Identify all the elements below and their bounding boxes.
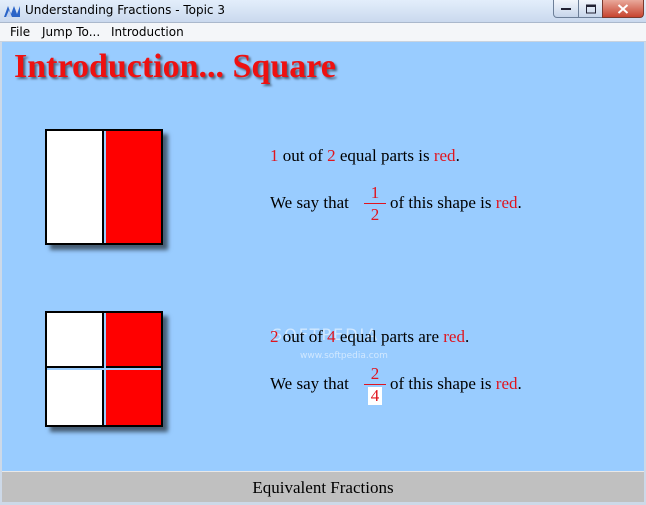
fraction-numerator: 1 bbox=[370, 183, 380, 202]
parts-sentence-1: 1 out of 2 equal parts is red. bbox=[270, 146, 460, 166]
color-word: red bbox=[495, 374, 518, 393]
period: . bbox=[517, 193, 522, 212]
text-of-shape: of this shape is bbox=[390, 193, 496, 212]
fraction-sentence-2-tail: of this shape is red. bbox=[390, 374, 522, 394]
app-logo-icon bbox=[4, 6, 20, 17]
page-title: Introduction... Square bbox=[14, 48, 336, 85]
red-count: 2 bbox=[270, 327, 279, 346]
close-icon bbox=[617, 3, 629, 14]
fraction-numerator: 2 bbox=[370, 364, 380, 383]
period: . bbox=[464, 327, 470, 346]
color-word: red bbox=[433, 146, 456, 165]
minimize-button[interactable] bbox=[553, 0, 579, 18]
total-count: 2 bbox=[327, 146, 336, 165]
text-equal-parts: equal parts is bbox=[335, 146, 434, 165]
minimize-icon bbox=[561, 7, 571, 10]
text-out-of: out of bbox=[278, 146, 328, 165]
red-count: 1 bbox=[270, 146, 279, 165]
window-titlebar[interactable]: Understanding Fractions - Topic 3 bbox=[0, 0, 646, 23]
watermark-url: www.softpedia.com bbox=[300, 351, 388, 361]
menu-bar: File Jump To... Introduction bbox=[0, 23, 646, 42]
red-part bbox=[106, 313, 161, 368]
fraction-one-half: 1 2 bbox=[364, 184, 386, 224]
fraction-two-quarters: 2 4 bbox=[364, 365, 386, 405]
window-frame-left bbox=[0, 42, 2, 505]
period: . bbox=[455, 146, 460, 165]
lesson-panel: Introduction... Square 1 out of 2 equal … bbox=[2, 42, 644, 471]
color-word: red bbox=[443, 327, 465, 346]
maximize-button[interactable] bbox=[578, 0, 603, 18]
white-part bbox=[47, 370, 104, 425]
period: . bbox=[517, 374, 522, 393]
window-title: Understanding Fractions - Topic 3 bbox=[25, 3, 225, 17]
red-part bbox=[106, 370, 161, 425]
white-part bbox=[47, 313, 104, 368]
fraction-denominator: 4 bbox=[368, 387, 382, 405]
menu-file[interactable]: File bbox=[10, 25, 30, 39]
fraction-sentence-1-tail: of this shape is red. bbox=[390, 193, 522, 213]
fraction-denominator: 2 bbox=[370, 205, 380, 224]
color-word: red bbox=[495, 193, 518, 212]
text-equal-parts: equal parts are bbox=[335, 327, 444, 346]
quarter-square-shape bbox=[45, 311, 163, 427]
next-topic-link[interactable]: Equivalent Fractions bbox=[2, 478, 644, 498]
total-count: 4 bbox=[327, 327, 336, 346]
fraction-sentence-2-lead: We say that bbox=[270, 374, 349, 393]
white-part bbox=[47, 131, 104, 243]
maximize-icon bbox=[585, 4, 596, 13]
fraction-sentence-1-lead: We say that bbox=[270, 193, 349, 212]
text-out-of: out of bbox=[278, 327, 328, 346]
text-of-shape: of this shape is bbox=[390, 374, 496, 393]
red-part bbox=[106, 131, 161, 243]
parts-sentence-2: 2 out of 4 equal parts are red. bbox=[270, 327, 469, 347]
fraction-bar bbox=[364, 384, 386, 385]
bottom-nav-bar: Equivalent Fractions bbox=[2, 471, 644, 502]
close-button[interactable] bbox=[602, 0, 644, 18]
menu-jump-to[interactable]: Jump To... bbox=[42, 25, 100, 39]
half-square-shape bbox=[45, 129, 163, 245]
menu-introduction[interactable]: Introduction bbox=[111, 25, 184, 39]
fraction-bar bbox=[364, 203, 386, 204]
